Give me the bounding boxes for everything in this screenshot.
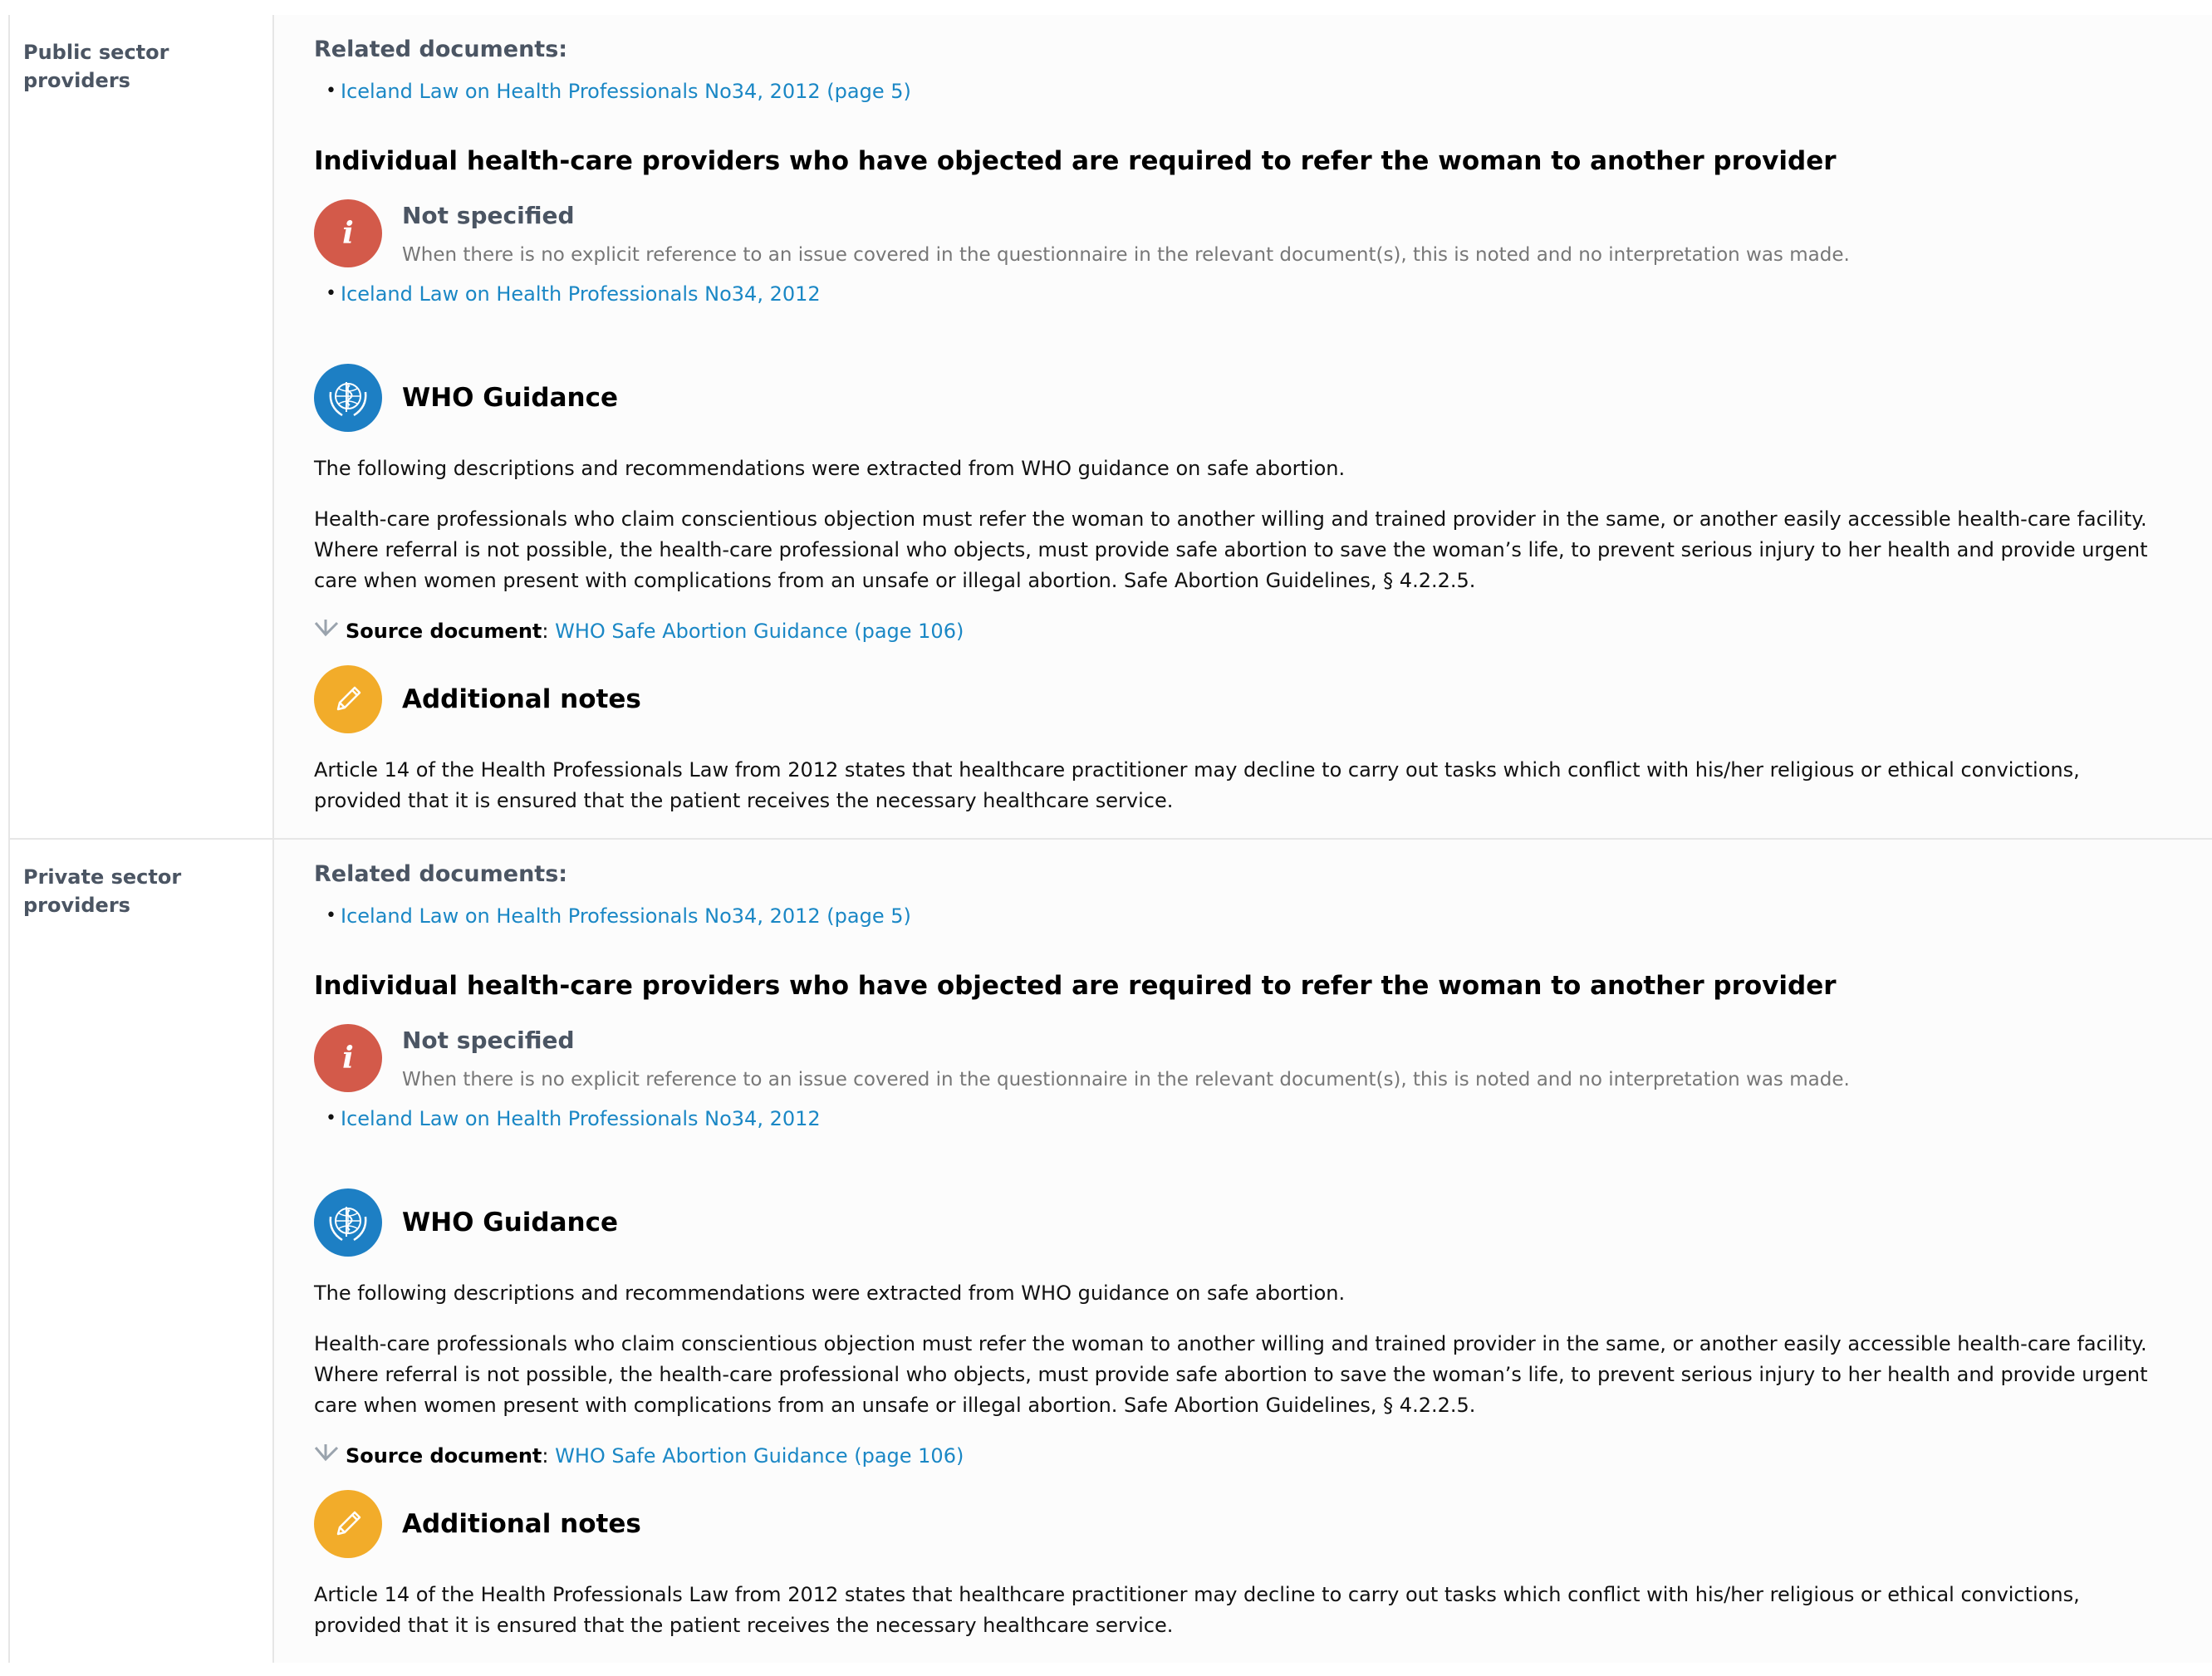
who-guidance-title: WHO Guidance [402,1208,619,1237]
source-colon: : [542,619,556,643]
status-block: i Not specified When there is no explici… [314,1024,2164,1094]
who-guidance-header: WHO Guidance [314,1188,2164,1257]
status-title: Not specified [402,202,575,229]
source-colon: : [542,1443,556,1468]
who-guidance-text: Health-care professionals who claim cons… [314,507,2148,592]
who-emblem-icon [314,364,382,432]
related-documents-title: Related documents: [314,861,568,887]
arrow-down-icon [314,1441,341,1470]
list-item: Iceland Law on Health Professionals No34… [326,76,2164,106]
svg-text:i: i [342,216,354,251]
table-row: Private sector providers Related documen… [10,840,2212,1663]
pencil-icon [314,1490,382,1558]
source-document-label: Source document [346,1443,542,1468]
info-icon: i [314,1024,382,1092]
who-guidance-text: Health-care professionals who claim cons… [314,1332,2148,1417]
list-item: Iceland Law on Health Professionals No34… [326,1104,2164,1134]
who-emblem-icon [314,1188,382,1257]
related-documents-title: Related documents: [314,37,568,62]
status-document-link[interactable]: Iceland Law on Health Professionals No34… [341,1107,821,1130]
status-document-link[interactable]: Iceland Law on Health Professionals No34… [341,282,821,306]
related-document-link[interactable]: Iceland Law on Health Professionals No34… [341,904,911,928]
source-document: Source document: WHO Safe Abortion Guida… [314,616,2164,645]
source-document-label: Source document [346,619,542,643]
row-label-cell: Private sector providers [10,840,274,1663]
row-content-cell: Related documents: Iceland Law on Health… [274,840,2212,1663]
list-item: Iceland Law on Health Professionals No34… [326,279,2164,309]
who-guidance-intro: The following descriptions and recommend… [314,1282,1346,1305]
policy-table: Public sector providers Related document… [8,15,2212,1663]
who-guidance-header: WHO Guidance [314,364,2164,432]
status-documents-list: Iceland Law on Health Professionals No34… [314,279,2164,309]
arrow-down-icon [314,616,341,645]
status-block: i Not specified When there is no explici… [314,199,2164,269]
question-heading: Individual health-care providers who hav… [314,971,1837,1001]
source-document: Source document: WHO Safe Abortion Guida… [314,1441,2164,1470]
status-description: When there is no explicit reference to a… [402,244,1850,266]
list-item: Iceland Law on Health Professionals No34… [326,901,2164,931]
related-document-link[interactable]: Iceland Law on Health Professionals No34… [341,80,911,103]
row-label-cell: Public sector providers [10,15,274,838]
who-guidance-intro: The following descriptions and recommend… [314,457,1346,480]
status-description: When there is no explicit reference to a… [402,1069,1850,1090]
svg-text:i: i [342,1041,354,1076]
status-title: Not specified [402,1027,575,1054]
related-documents-list: Iceland Law on Health Professionals No34… [314,901,2164,931]
status-documents-list: Iceland Law on Health Professionals No34… [314,1104,2164,1134]
row-label: Public sector providers [23,41,169,92]
table-row: Public sector providers Related document… [10,15,2212,840]
pencil-icon [314,665,382,733]
row-content-cell: Related documents: Iceland Law on Health… [274,15,2212,838]
related-documents-list: Iceland Law on Health Professionals No34… [314,76,2164,106]
source-document-link[interactable]: WHO Safe Abortion Guidance (page 106) [555,1442,964,1470]
additional-notes-title: Additional notes [402,1509,641,1539]
source-document-link[interactable]: WHO Safe Abortion Guidance (page 106) [555,617,964,645]
additional-notes-text: Article 14 of the Health Professionals L… [314,758,2080,812]
who-guidance-title: WHO Guidance [402,383,619,413]
additional-notes-text: Article 14 of the Health Professionals L… [314,1583,2080,1637]
additional-notes-header: Additional notes [314,1490,2164,1558]
row-label: Private sector providers [23,865,182,917]
question-heading: Individual health-care providers who hav… [314,146,1837,176]
info-icon: i [314,199,382,267]
additional-notes-title: Additional notes [402,684,641,714]
additional-notes-header: Additional notes [314,665,2164,733]
